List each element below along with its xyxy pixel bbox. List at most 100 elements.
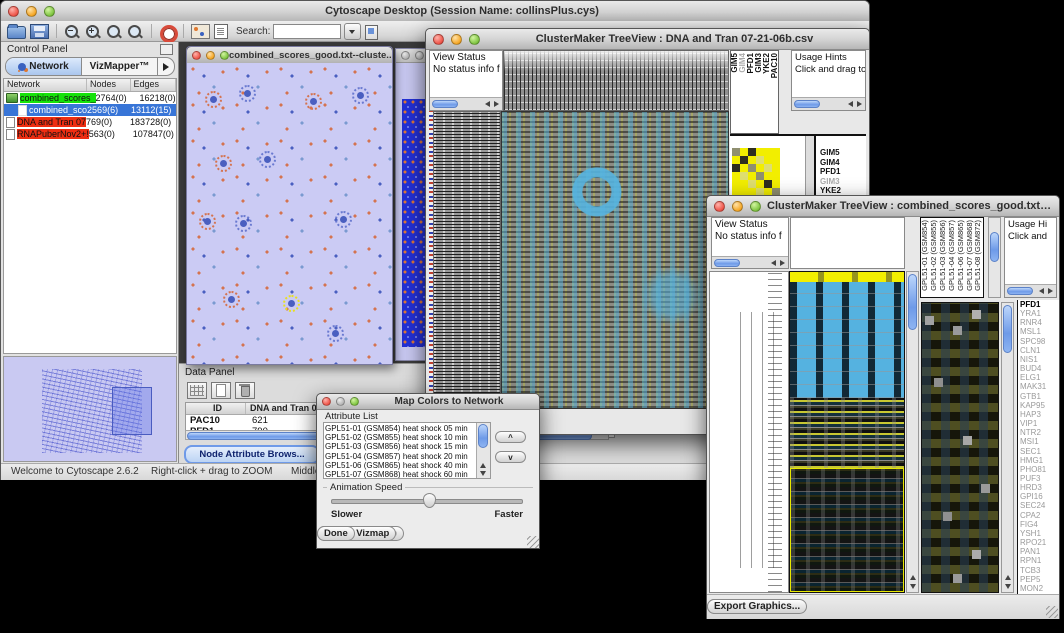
scroll-right-icon[interactable] (857, 101, 862, 107)
heatmap-cell[interactable] (772, 148, 780, 156)
network-overview-pane[interactable] (3, 356, 177, 462)
minimize-icon[interactable] (732, 201, 743, 212)
hscrollbar[interactable] (1005, 284, 1056, 297)
heatmap-cell[interactable] (764, 180, 772, 188)
scroll-right-icon[interactable] (1048, 288, 1053, 294)
scrollbar-thumb[interactable] (1003, 305, 1012, 353)
gene-label[interactable]: PUF3 (1020, 474, 1059, 483)
heatmap-cell[interactable] (732, 156, 740, 164)
gene-label[interactable]: NTR2 (1020, 428, 1059, 437)
row-dendrogram[interactable] (709, 271, 789, 593)
gene-label[interactable]: SPC98 (1020, 337, 1059, 346)
close-icon[interactable] (714, 201, 725, 212)
vscrollbar[interactable] (476, 423, 490, 478)
scrollbar-thumb[interactable] (1007, 287, 1033, 295)
scroll-left-icon[interactable] (771, 260, 776, 266)
zoom-actual-icon[interactable] (127, 24, 144, 40)
node-cluster[interactable] (205, 91, 222, 108)
new-attribute-icon[interactable] (211, 382, 231, 399)
open-folder-icon[interactable] (7, 26, 26, 39)
search-dropdown-icon[interactable] (344, 23, 361, 40)
scrollbar-thumb[interactable] (432, 100, 458, 108)
node-cluster[interactable] (283, 295, 300, 312)
column-header[interactable]: ID (186, 403, 246, 414)
heatmap-cell[interactable] (764, 156, 772, 164)
gene-label[interactable]: YRA1 (1020, 309, 1059, 318)
scroll-left-icon[interactable] (485, 101, 490, 107)
gene-label[interactable]: MON2 (1020, 584, 1059, 593)
resize-grip[interactable] (1046, 606, 1058, 618)
heatmap-cell[interactable] (732, 172, 740, 180)
scrollbar-thumb[interactable] (990, 232, 999, 262)
zoom-fit-icon[interactable] (106, 24, 123, 40)
minimize-icon[interactable] (206, 51, 215, 60)
heatmap-cell[interactable] (772, 156, 780, 164)
attribute-item[interactable]: GPL51-04 (GSM857) heat shock 20 min (325, 452, 476, 461)
gene-label[interactable]: HMG1 (1020, 456, 1059, 465)
attribute-item[interactable]: GPL51-07 (GSM868) heat shock 60 min (325, 470, 476, 479)
move-up-button[interactable]: ^ (495, 431, 526, 443)
treeview1-titlebar[interactable]: ClusterMaker TreeView : DNA and Tran 07-… (426, 29, 869, 50)
scroll-left-icon[interactable] (848, 101, 853, 107)
gene-label[interactable]: PHO81 (1020, 465, 1059, 474)
scroll-right-icon[interactable] (494, 101, 499, 107)
gene-label[interactable]: MSL1 (1020, 327, 1059, 336)
heatmap-cell[interactable] (732, 148, 740, 156)
zoom-heatmap[interactable] (732, 148, 780, 196)
column-label[interactable]: GPL51-03 (GSM856) (939, 220, 947, 291)
gene-label[interactable]: CLN1 (1020, 346, 1059, 355)
help-ring-icon[interactable] (159, 24, 176, 40)
minimize-icon[interactable] (451, 34, 462, 45)
annotation-icon[interactable] (214, 24, 228, 39)
column-label[interactable]: GPL51-08 (GSM872) (974, 220, 982, 291)
heatmap-cell[interactable] (740, 148, 748, 156)
attribute-item[interactable]: GPL51-03 (GSM856) heat shock 15 min (325, 442, 476, 451)
heatmap-cell[interactable] (748, 156, 756, 164)
zoom-out-icon[interactable] (64, 24, 81, 40)
heatmap-cell[interactable] (772, 172, 780, 180)
gene-label[interactable]: HAP3 (1020, 410, 1059, 419)
heatmap-cell[interactable] (732, 180, 740, 188)
vscrollbar[interactable] (988, 217, 1001, 298)
save-icon[interactable] (30, 24, 49, 39)
treeview2-titlebar[interactable]: ClusterMaker TreeView : combined_scores_… (707, 196, 1059, 217)
node-cluster[interactable] (335, 211, 352, 228)
gene-label[interactable]: GPI16 (1020, 492, 1059, 501)
heatmap-cell[interactable] (756, 164, 764, 172)
node-cluster[interactable] (223, 291, 240, 308)
heatmap-cell[interactable] (764, 164, 772, 172)
heatmap-cell[interactable] (748, 148, 756, 156)
zoom-window-icon[interactable] (469, 34, 480, 45)
network-canvas[interactable] (187, 63, 392, 364)
heatmap-cell[interactable] (764, 148, 772, 156)
heatmap-cell[interactable] (748, 180, 756, 188)
gene-label[interactable]: NIS1 (1020, 355, 1059, 364)
close-icon[interactable] (433, 34, 444, 45)
node-cluster[interactable] (259, 151, 276, 168)
heatmap-cell[interactable] (756, 172, 764, 180)
float-panel-icon[interactable] (160, 44, 173, 55)
gene-label[interactable]: RPO21 (1020, 538, 1059, 547)
scrollbar-thumb[interactable] (714, 259, 740, 267)
tab-vizmapper[interactable]: VizMapper™ (82, 58, 157, 75)
search-clipboard-icon[interactable] (365, 25, 378, 40)
search-input[interactable] (273, 24, 341, 39)
gene-label[interactable]: SEC1 (1020, 447, 1059, 456)
gene-label[interactable]: VIP1 (1020, 419, 1059, 428)
tab-network[interactable]: Network (6, 58, 82, 75)
treeview-action-button[interactable]: Export Graphics... (707, 599, 807, 614)
hscrollbar[interactable] (712, 256, 788, 268)
gene-label[interactable]: PFD1 (820, 167, 845, 177)
scrollbar-thumb[interactable] (908, 274, 917, 330)
gene-label[interactable]: BUD4 (1020, 364, 1059, 373)
heatmap-cell[interactable] (748, 164, 756, 172)
row-dendrogram[interactable] (433, 111, 501, 409)
scrollbar-thumb[interactable] (478, 424, 488, 448)
network-window-1-titlebar[interactable]: combined_scores_good.txt--cluste... (187, 47, 392, 64)
heatmap-cell[interactable] (748, 172, 756, 180)
expression-heatmap[interactable] (501, 111, 729, 409)
gene-label[interactable]: CPA2 (1020, 511, 1059, 520)
gene-label[interactable]: YSH1 (1020, 529, 1059, 538)
hscrollbar[interactable] (430, 97, 502, 110)
close-icon[interactable] (192, 51, 201, 60)
